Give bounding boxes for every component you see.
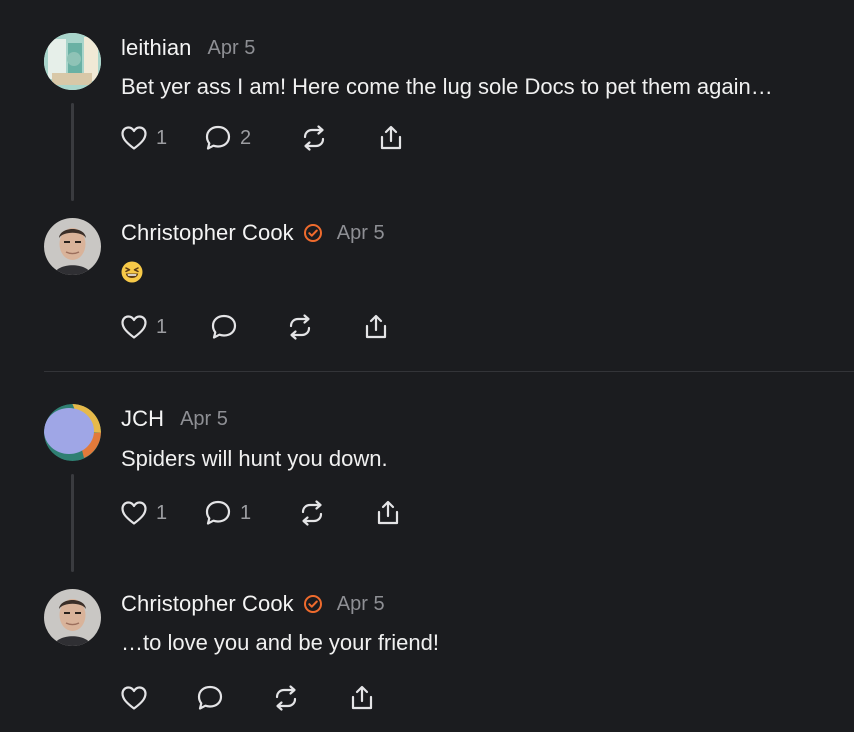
- avatar-leithian[interactable]: [44, 33, 101, 90]
- heart-icon: [121, 315, 147, 339]
- share-icon: [351, 685, 373, 710]
- reply-count: 2: [240, 126, 252, 149]
- comment-bubble-icon: [197, 685, 223, 710]
- repost-icon: [275, 685, 297, 711]
- heart-icon: [121, 501, 147, 525]
- post-text: …to love you and be your friend!: [121, 630, 439, 655]
- post-date[interactable]: Apr 5: [208, 37, 256, 60]
- share-button[interactable]: [348, 683, 376, 713]
- comment-bubble-icon: [205, 500, 231, 525]
- verified-badge-icon: [303, 224, 322, 242]
- verified-badge-icon: [303, 595, 322, 613]
- comment-bubble-icon: [211, 314, 237, 339]
- share-icon: [380, 125, 402, 150]
- like-count: 1: [156, 315, 168, 338]
- repost-button[interactable]: [286, 312, 314, 342]
- share-button[interactable]: [362, 312, 390, 342]
- post-username[interactable]: leithian: [121, 35, 192, 61]
- post-username[interactable]: Christopher Cook: [121, 591, 294, 617]
- avatar-jch[interactable]: [44, 404, 101, 461]
- share-icon: [365, 314, 387, 339]
- thread-connector: [71, 103, 74, 201]
- share-button[interactable]: [377, 123, 405, 153]
- heart-icon: [121, 686, 147, 710]
- like-button[interactable]: [120, 683, 148, 713]
- post-username[interactable]: JCH: [121, 406, 164, 432]
- like-count: 1: [156, 501, 168, 524]
- post-username[interactable]: Christopher Cook: [121, 220, 294, 246]
- reply-count: 1: [240, 501, 252, 524]
- post-date[interactable]: Apr 5: [180, 408, 228, 431]
- repost-icon: [289, 314, 311, 340]
- like-count: 1: [156, 126, 168, 149]
- share-button[interactable]: [374, 498, 402, 528]
- reply-button[interactable]: 2: [204, 123, 251, 153]
- repost-button[interactable]: [298, 498, 326, 528]
- post-text: Bet yer ass I am! Here come the lug sole…: [121, 74, 773, 99]
- thread-connector: [71, 474, 74, 572]
- post-date[interactable]: Apr 5: [337, 593, 385, 616]
- post-date[interactable]: Apr 5: [337, 222, 385, 245]
- heart-icon: [121, 126, 147, 150]
- repost-icon: [301, 500, 323, 526]
- like-button[interactable]: 1: [120, 312, 167, 342]
- reply-button[interactable]: [210, 312, 238, 342]
- thread-divider: [44, 371, 854, 372]
- repost-icon: [303, 125, 325, 151]
- reply-button[interactable]: [196, 683, 224, 713]
- share-icon: [377, 500, 399, 525]
- comment-bubble-icon: [205, 125, 231, 150]
- post-text: Spiders will hunt you down.: [121, 446, 388, 471]
- grinning-squinting-face-icon: [121, 261, 143, 283]
- repost-button[interactable]: [300, 123, 328, 153]
- avatar-christopher-cook[interactable]: [44, 589, 101, 646]
- reply-button[interactable]: 1: [204, 498, 251, 528]
- repost-button[interactable]: [272, 683, 300, 713]
- avatar-christopher-cook[interactable]: [44, 218, 101, 275]
- like-button[interactable]: 1: [120, 123, 167, 153]
- thread-feed: leithian Apr 5 Bet yer ass I am! Here co…: [0, 0, 854, 732]
- like-button[interactable]: 1: [120, 498, 167, 528]
